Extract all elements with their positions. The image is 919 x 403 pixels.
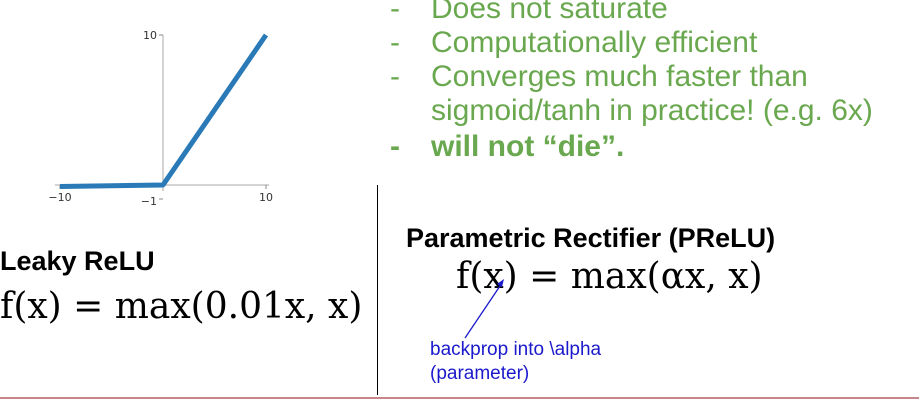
bullet-item: - Converges much faster than — [390, 60, 873, 94]
bullet-text: will not “die”. — [431, 130, 625, 163]
bullet-dash: - — [390, 60, 400, 93]
bullet-item-continuation: sigmoid/tanh in practice! (e.g. 6x) — [390, 94, 873, 128]
bullet-text: Computationally efficient — [431, 26, 758, 59]
bullet-text: Does not saturate — [431, 0, 668, 25]
bullet-item: - will not “die”. — [390, 130, 873, 164]
chart-axes: −10 10 10 −1 — [48, 29, 273, 208]
annotation-arrow — [464, 279, 504, 339]
leaky-relu-formula: f(x) = max(0.01x, x) — [0, 286, 363, 327]
bullet-item: - Does not saturate — [390, 0, 873, 26]
prelu-title: Parametric Rectifier (PReLU) — [406, 223, 776, 253]
bullet-dash: - — [390, 130, 400, 163]
bullet-list: - Does not saturate - Computationally ef… — [390, 0, 873, 164]
y-tick-label: 10 — [143, 29, 157, 42]
x-tick-label: −10 — [48, 191, 71, 204]
bullet-text: Converges much faster than — [431, 60, 808, 93]
bullet-item: - Computationally efficient — [390, 26, 873, 60]
y-tick-label: −1 — [141, 195, 157, 208]
bottom-rule — [0, 397, 919, 399]
bullet-text: sigmoid/tanh in practice! (e.g. 6x) — [431, 94, 873, 127]
vertical-divider — [377, 185, 378, 395]
leaky-relu-chart: −10 10 10 −1 — [48, 29, 273, 208]
bullet-dash: - — [390, 26, 400, 59]
prelu-note-line2: (parameter) — [430, 363, 530, 384]
bullet-dash: - — [390, 0, 400, 25]
leaky-relu-title: Leaky ReLU — [0, 246, 155, 276]
x-tick-label: 10 — [259, 191, 273, 204]
